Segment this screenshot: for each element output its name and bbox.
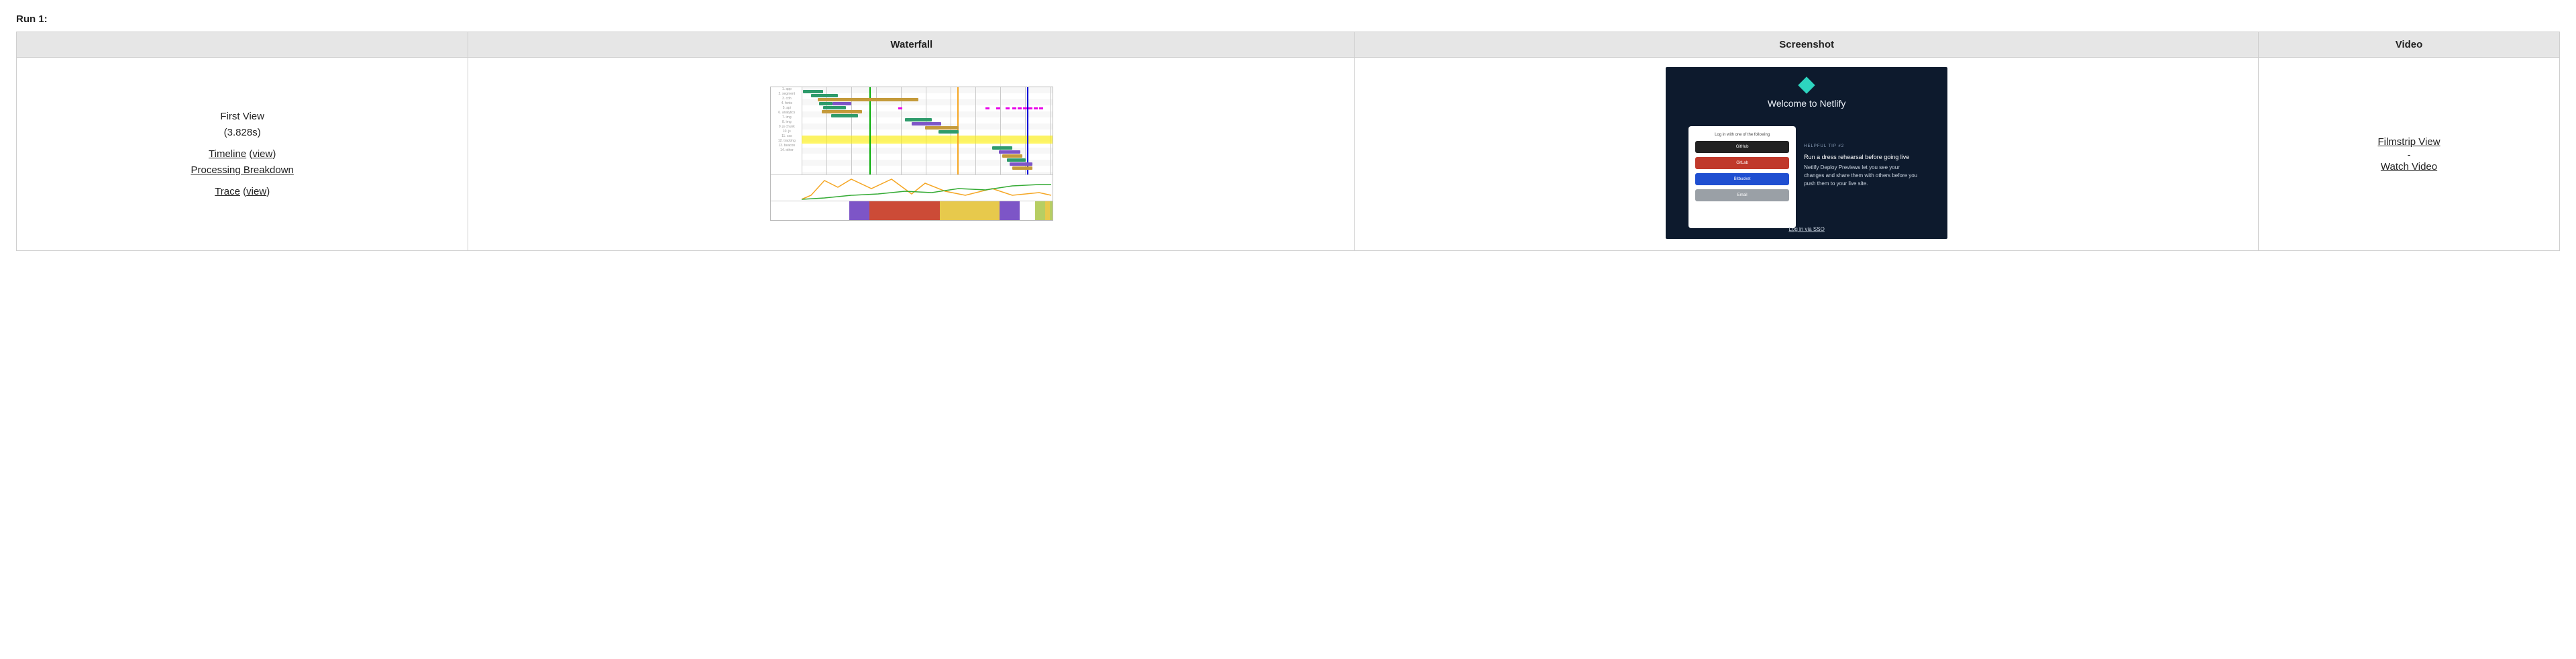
- filmstrip-view-link[interactable]: Filmstrip View: [2377, 136, 2440, 148]
- table-row: First View (3.828s) Timeline (view) Proc…: [17, 58, 2560, 251]
- run-info-cell: First View (3.828s) Timeline (view) Proc…: [17, 58, 468, 251]
- video-cell: Filmstrip View - Watch Video: [2259, 58, 2560, 251]
- header-video: Video: [2259, 32, 2560, 58]
- processing-breakdown-link[interactable]: Processing Breakdown: [191, 164, 293, 176]
- waterfall-chart: 1. app2. segment3. cdn4. fonts5. api6. a…: [770, 87, 1053, 221]
- timeline-view-link[interactable]: view: [252, 148, 272, 160]
- video-separator: -: [2265, 149, 2553, 160]
- view-name: First View: [23, 109, 461, 125]
- login-panel: Log in with one of the following GitHub …: [1688, 126, 1796, 228]
- trace-view-link[interactable]: view: [246, 186, 266, 197]
- header-empty: [17, 32, 468, 58]
- run-label: Run 1:: [16, 13, 2560, 25]
- screenshot-cell: Welcome to Netlify Log in with one of th…: [1355, 58, 2259, 251]
- screenshot-thumbnail-link[interactable]: Welcome to Netlify Log in with one of th…: [1666, 67, 1947, 239]
- sso-link: Log in via SSO: [1666, 226, 1947, 232]
- timeline-link[interactable]: Timeline: [209, 148, 246, 160]
- watch-video-link[interactable]: Watch Video: [2381, 161, 2437, 172]
- header-waterfall: Waterfall: [468, 32, 1355, 58]
- bitbucket-button: Bitbucket: [1695, 173, 1789, 185]
- screenshot-title: Welcome to Netlify: [1666, 98, 1947, 109]
- github-button: GitHub: [1695, 141, 1789, 153]
- results-table: Waterfall Screenshot Video First View (3…: [16, 32, 2560, 251]
- tip-sidebar: HELPFUL TIP #2 Run a dress rehearsal bef…: [1804, 142, 1918, 188]
- header-screenshot: Screenshot: [1355, 32, 2259, 58]
- trace-link[interactable]: Trace: [215, 186, 240, 197]
- email-button: Email: [1695, 189, 1789, 201]
- waterfall-cell: 1. app2. segment3. cdn4. fonts5. api6. a…: [468, 58, 1355, 251]
- load-time: (3.828s): [23, 125, 461, 141]
- netlify-logo-icon: [1798, 77, 1815, 93]
- login-panel-caption: Log in with one of the following: [1695, 133, 1789, 137]
- gitlab-button: GitLab: [1695, 157, 1789, 169]
- waterfall-thumbnail-link[interactable]: 1. app2. segment3. cdn4. fonts5. api6. a…: [770, 87, 1053, 221]
- screenshot-thumbnail: Welcome to Netlify Log in with one of th…: [1666, 67, 1947, 239]
